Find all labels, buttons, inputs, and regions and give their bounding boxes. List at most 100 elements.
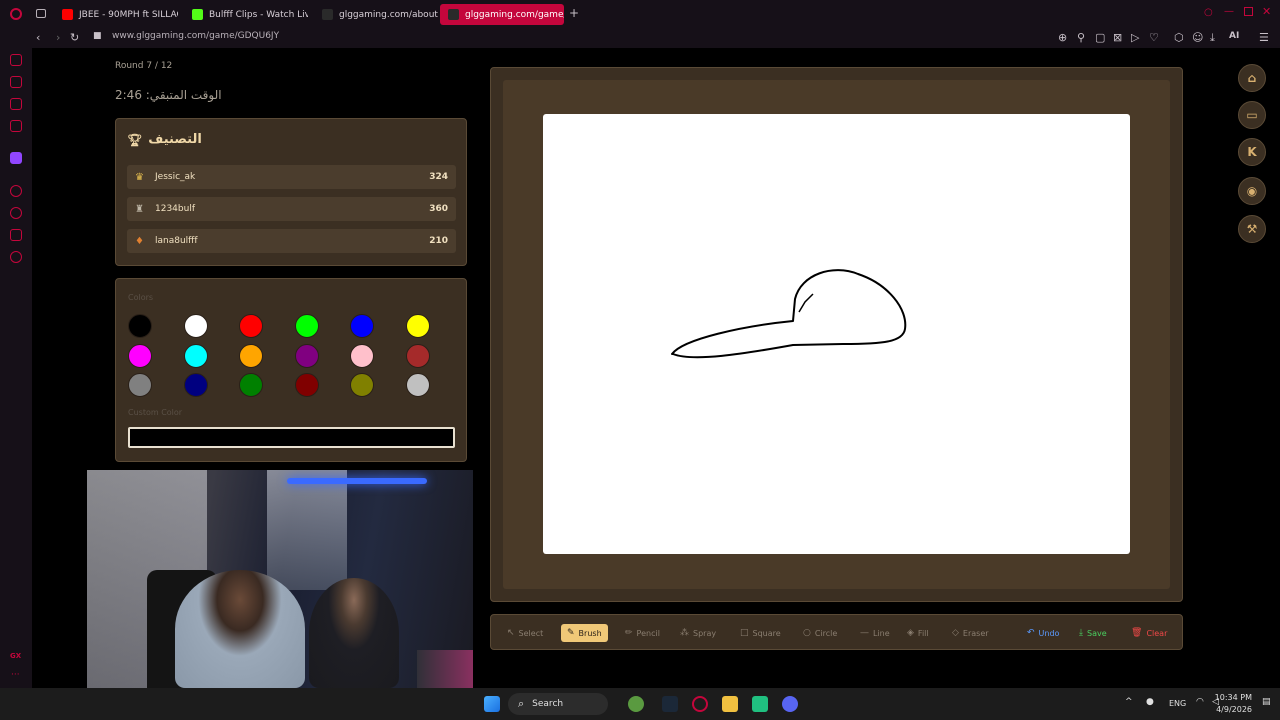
color-swatch[interactable] <box>350 314 375 338</box>
microphone-icon[interactable]: ● <box>1146 697 1154 707</box>
taskbar-search[interactable]: ⌕ Search <box>508 693 608 715</box>
color-swatch[interactable] <box>294 314 319 338</box>
tool-label: Eraser <box>962 628 989 638</box>
color-swatch[interactable] <box>406 373 430 397</box>
shopping-icon[interactable] <box>10 76 22 88</box>
color-swatch[interactable] <box>183 343 208 368</box>
notifications-icon[interactable]: ▤ <box>1262 697 1271 707</box>
undo-button[interactable]: ↶ Undo <box>1021 624 1065 642</box>
twitch-icon[interactable] <box>10 152 22 164</box>
color-swatch[interactable] <box>183 314 208 338</box>
app-icon[interactable] <box>752 696 768 712</box>
color-swatch[interactable] <box>350 343 375 368</box>
tool-spray-button[interactable]: ⁂ Spray <box>674 624 722 642</box>
color-swatch[interactable] <box>406 314 430 338</box>
history-icon[interactable] <box>10 207 22 219</box>
minimize-icon[interactable]: — <box>1224 6 1234 17</box>
medal-icon: ♦ <box>135 235 144 247</box>
tool-circle-button[interactable]: ○ Circle <box>797 624 843 642</box>
adblock-icon[interactable]: ⊠ <box>1113 31 1122 44</box>
snapshot-icon[interactable]: ▢ <box>1095 31 1105 44</box>
extensions-icon[interactable]: ⬡ <box>1174 31 1184 44</box>
ai-button[interactable]: AI <box>1229 31 1239 41</box>
streamer-person <box>175 570 305 688</box>
tab-kick[interactable]: Bulfff Clips - Watch Live c <box>184 4 308 25</box>
time-remaining: الوقت المتبقي: 2:46 <box>115 88 222 102</box>
tab-youtube[interactable]: JBEE - 90MPH ft SILLAGE <box>54 4 178 25</box>
tools-button[interactable]: ⚒ <box>1238 215 1266 243</box>
player-icon[interactable]: ▷ <box>1131 31 1139 44</box>
leaderboard-panel: 🏆︎ التصنيف ♛ Jessic_ak 324 ♜ 1234bulf 36… <box>115 118 467 266</box>
tool-line-button[interactable]: — Line <box>854 624 896 642</box>
new-tab-icon[interactable]: + <box>569 6 579 20</box>
profile-icon[interactable]: ☺ <box>1192 31 1203 44</box>
extensions-icon[interactable] <box>10 229 22 241</box>
tool-square-button[interactable]: □ Square <box>734 624 787 642</box>
drawing-canvas[interactable] <box>543 114 1130 554</box>
custom-color-input[interactable] <box>128 427 455 448</box>
tool-brush-button[interactable]: ✎ Brush <box>561 624 608 642</box>
tool-pencil-button[interactable]: ✏ Pencil <box>619 624 666 642</box>
color-swatch[interactable] <box>406 343 430 368</box>
site-icon <box>322 9 333 20</box>
windows-start-icon[interactable] <box>484 696 500 712</box>
search-label: Search <box>532 699 564 709</box>
search-tabs-icon[interactable]: ○ <box>1204 7 1213 18</box>
close-icon[interactable]: ✕ <box>1262 5 1271 18</box>
clear-label: Clear <box>1146 628 1168 638</box>
tool-eraser-button[interactable]: ◇ Eraser <box>946 624 995 642</box>
color-swatch[interactable] <box>128 343 152 368</box>
forward-icon[interactable]: › <box>56 31 60 44</box>
spray-icon: ⁂ <box>680 628 689 638</box>
color-swatch[interactable] <box>294 343 319 368</box>
gx-icon[interactable]: GX <box>10 652 21 660</box>
tool-select-button[interactable]: ↖ Select <box>501 624 549 642</box>
language-indicator[interactable]: ENG <box>1169 699 1186 708</box>
color-swatch[interactable] <box>294 373 319 397</box>
color-swatch[interactable] <box>239 343 264 368</box>
settings-icon[interactable] <box>10 251 22 263</box>
color-swatch[interactable] <box>350 373 375 397</box>
file-explorer-icon[interactable] <box>722 696 738 712</box>
url-field[interactable]: www.glggaming.com/game/GDQU6JY <box>112 31 279 41</box>
home-icon[interactable] <box>10 54 22 66</box>
wifi-icon[interactable]: ◠ <box>1196 697 1204 707</box>
player-icon[interactable] <box>10 185 22 197</box>
zoom-icon[interactable]: ⊕ <box>1058 31 1067 44</box>
download-icon[interactable]: ⤓ <box>1210 31 1215 45</box>
home-button[interactable]: ⌂ <box>1238 64 1266 92</box>
color-swatch[interactable] <box>128 314 152 338</box>
menu-icon[interactable]: ☰ <box>1259 31 1269 44</box>
reload-icon[interactable]: ↻ <box>70 31 79 44</box>
tab-game[interactable]: glggaming.com/game/GDQ <box>440 4 564 25</box>
workspaces-icon[interactable] <box>36 9 46 18</box>
opera-logo-icon[interactable] <box>10 8 22 20</box>
discord-icon[interactable] <box>782 696 798 712</box>
wrench-icon: ⚒ <box>1246 222 1258 236</box>
clock[interactable]: 10:34 PM 4/9/2026 <box>1215 692 1252 716</box>
color-swatch[interactable] <box>239 314 264 338</box>
save-button[interactable]: ⤓ Save <box>1073 624 1113 642</box>
player-name: 1234bulf <box>155 204 195 214</box>
messenger-icon[interactable] <box>10 98 22 110</box>
games-button[interactable]: ▭ <box>1238 101 1266 129</box>
tab-about[interactable]: glggaming.com/about-us <box>314 4 438 25</box>
heart-icon[interactable]: ♡ <box>1149 31 1159 44</box>
color-swatch[interactable] <box>128 373 152 397</box>
chevron-up-icon[interactable]: ^ <box>1125 697 1133 707</box>
pin-icon[interactable]: ⚲ <box>1077 31 1085 44</box>
opera-icon[interactable] <box>692 696 708 712</box>
back-icon[interactable]: ‹ <box>36 31 40 44</box>
steam-icon[interactable] <box>662 696 678 712</box>
maximize-icon[interactable] <box>1244 7 1253 16</box>
kick-icon <box>192 9 203 20</box>
clear-button[interactable]: 🗑︎ Clear <box>1125 624 1173 642</box>
instagram-icon[interactable] <box>10 120 22 132</box>
widget-icon[interactable] <box>628 696 644 712</box>
kick-button[interactable]: K <box>1238 138 1266 166</box>
color-swatch[interactable] <box>183 373 208 397</box>
more-icon[interactable]: ··· <box>11 670 20 680</box>
discord-button[interactable]: ◉ <box>1238 177 1266 205</box>
color-swatch[interactable] <box>239 373 264 397</box>
tool-fill-button[interactable]: ◈ Fill <box>901 624 935 642</box>
